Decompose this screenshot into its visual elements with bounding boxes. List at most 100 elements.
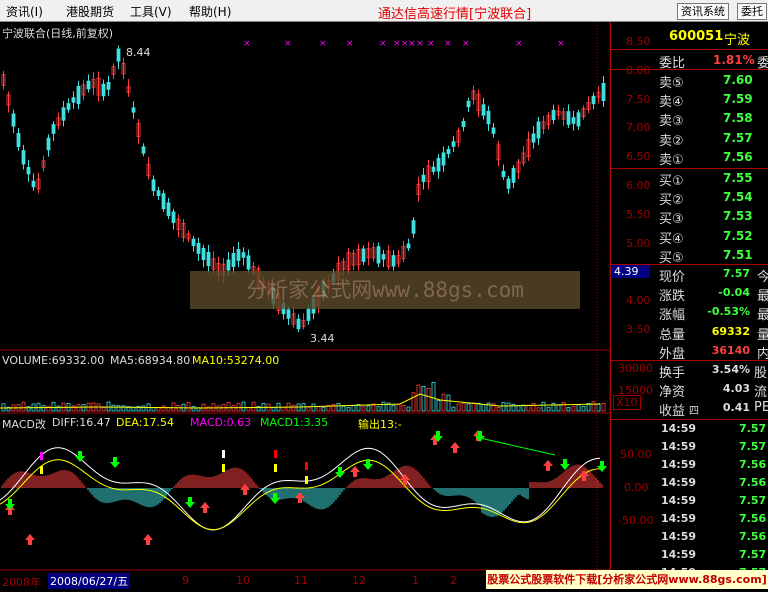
candle-body [361,248,366,262]
candle-body [131,107,136,113]
candle-body [156,190,161,197]
candle-body [236,249,241,261]
tick-price: 7.57 [739,440,767,453]
bid-price[interactable]: 7.55 [723,171,753,185]
macd-diff: DIFF:16.47 [52,416,111,429]
signal-block [40,466,43,474]
candle-body [26,167,31,175]
signal-block [274,464,277,472]
candle-body [286,309,291,319]
chart-title: 宁波联合(日线,前复权) [2,27,114,40]
buy-arrow-icon [450,442,460,453]
stat-right: 最 [757,289,768,305]
volume-bar [461,402,466,412]
menu-tools[interactable]: 工具(V) [130,3,172,20]
buy-arrow-icon [200,502,210,513]
signal-marker: × [557,39,565,49]
candle-body [406,243,411,249]
volume-bar [446,394,451,412]
menu-hk-futures[interactable]: 港股期货 [66,3,114,20]
fin-value: 0.41 [722,401,750,414]
candle-body [161,193,166,210]
menu-help[interactable]: 帮助(H) [189,3,231,20]
bid-label: 买② [659,193,684,209]
volume-bar [501,402,506,412]
candle-body [171,211,176,223]
signal-marker: × [444,39,452,49]
ask-price[interactable]: 7.60 [723,73,753,87]
ask-price[interactable]: 7.56 [723,150,753,164]
volume-bar [121,405,126,412]
signal-marker: × [408,39,416,49]
chart-area[interactable]: × × × × × × × × × × × × × × 宁波联合(日线,前复权) 分析家公式网www.88… [0,22,653,589]
bid-price[interactable]: 7.53 [723,209,753,223]
cursor-date: 2008/06/27/五 [48,573,131,589]
volume-bar [361,406,366,412]
fin-value: 3.54% [711,363,750,376]
signal-block [222,450,225,458]
buy-arrow-icon [25,534,35,545]
trade-button[interactable]: 委托 [737,3,767,20]
volume-bar [486,402,491,412]
webi-row: 委比 1.81% 委 [611,50,768,71]
volume-bar [41,405,46,412]
candle-body [601,82,606,102]
candle-body [51,124,56,134]
volume-bar [191,406,196,412]
info-system-button[interactable]: 资讯系统 [677,3,729,20]
volume-bar [581,405,586,412]
candle-body [381,254,386,260]
ask-price[interactable]: 7.59 [723,92,753,106]
ask-label: 卖① [659,152,684,168]
volume-bar [576,404,581,412]
app-title: 通达信高速行情[宁波联合] [378,7,532,22]
candle-body [241,252,246,258]
candle-body [46,137,51,151]
candle-body [116,48,121,62]
volume-bar [376,406,381,412]
sell-arrow-icon [110,457,120,468]
menu-info[interactable]: 资讯(I) [6,3,43,20]
signal-marker: × [462,39,470,49]
volume-bar [101,407,106,412]
volume-name: VOLUME:69332.00 [2,354,105,367]
volume-bar [416,384,421,412]
tick-time: 14:59 [661,494,697,507]
webi-value: 1.81% [713,53,755,67]
tick-price: 7.57 [739,494,767,507]
stat-label: 涨跌 [659,289,686,305]
bid-price[interactable]: 7.52 [723,229,753,243]
stat-label: 外盘 [659,346,686,362]
candle-body [501,170,506,178]
bid-label: 买① [659,174,684,189]
volume-bar [186,402,191,412]
candle-body [16,132,21,148]
month-12: 12 [352,574,366,587]
volume-bar [81,404,86,412]
bid-price[interactable]: 7.54 [723,190,753,204]
volume-bar [536,407,541,412]
volume-bar [1,403,6,412]
volume-bar [406,406,411,412]
candle-body [531,133,536,143]
fin-right: 股 [754,366,768,381]
quote-header: 600051 宁波 [611,22,768,50]
signal-marker: × [427,39,435,49]
bottom-ad[interactable]: 股票公式股票软件下载[分析家公式网www.88gs.com] [486,570,768,589]
fin-label: 净资 [659,385,686,400]
stat-right: 最 [757,308,768,324]
ask-price[interactable]: 7.57 [723,131,753,145]
stat-value: 69332 [711,324,750,338]
volume-bar [51,401,56,412]
bid-price[interactable]: 7.51 [723,248,753,262]
volume-bar [481,404,486,412]
stat-right: 今 [757,270,768,285]
ask-price[interactable]: 7.58 [723,111,753,125]
volume-bar [346,406,351,412]
volume-bar [116,405,121,412]
volume-bar [426,387,431,412]
candle-body [466,100,471,108]
candle-body [151,179,156,192]
candle-body [141,146,146,154]
candle-body [66,103,71,110]
